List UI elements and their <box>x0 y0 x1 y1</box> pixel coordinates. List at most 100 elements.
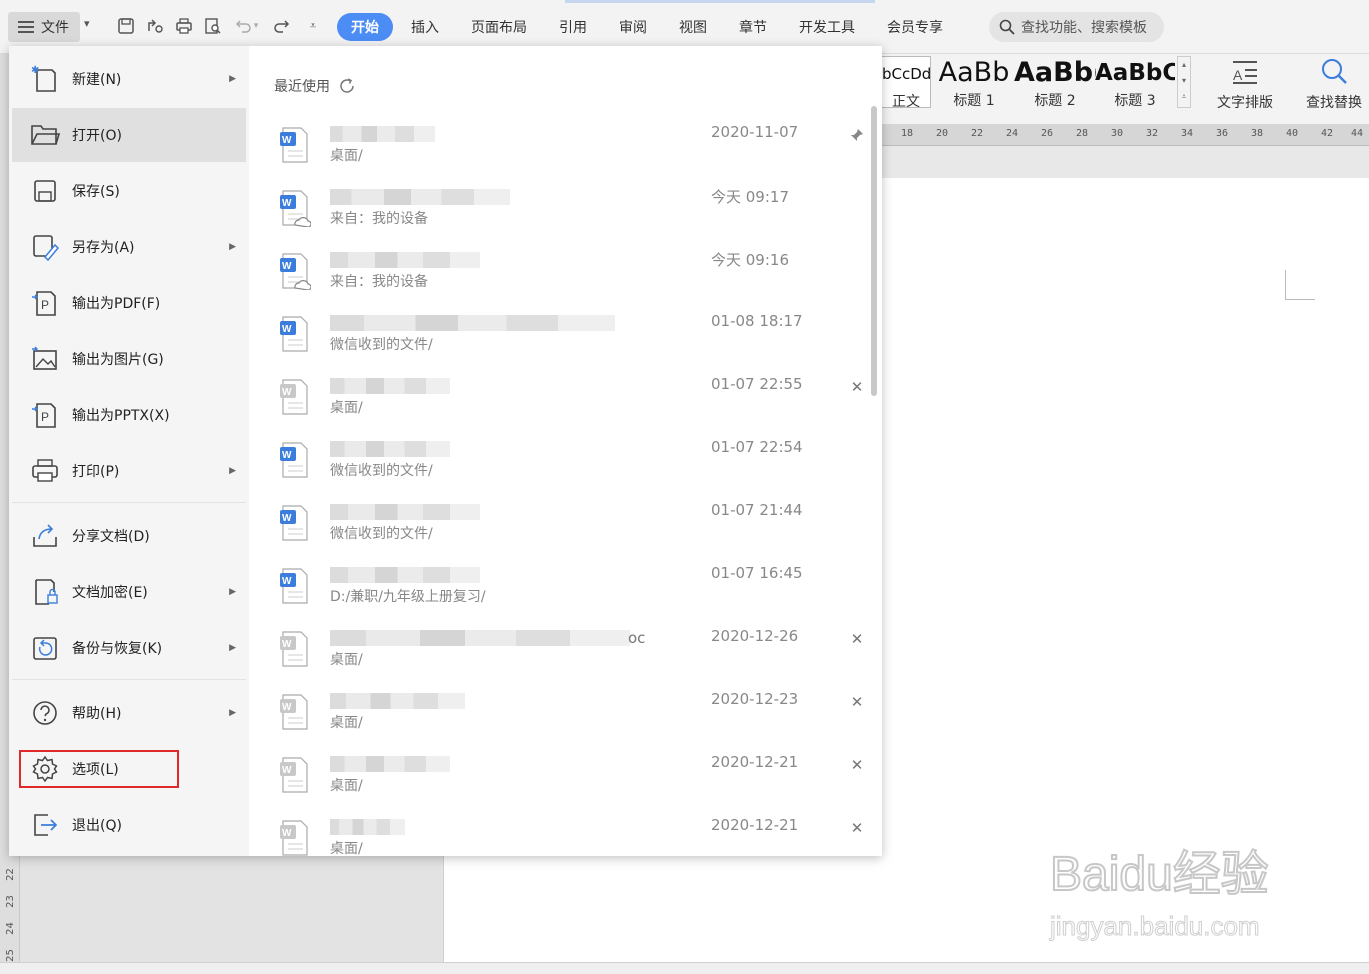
customize-toolbar-icon[interactable]: ⩡ <box>301 14 325 38</box>
style-gallery-scroll[interactable]: ▴ ▾ ⩡ <box>1177 56 1191 108</box>
print-icon <box>30 456 60 486</box>
status-bar <box>0 962 1369 974</box>
tab-page-layout[interactable]: 页面布局 <box>457 13 541 41</box>
menu-item-encrypt[interactable]: 文档加密(E) ▶ <box>12 565 246 619</box>
tab-review[interactable]: 审阅 <box>605 13 661 41</box>
recent-file-item[interactable]: W 桌面/2020-12-21 ✕ <box>274 809 874 872</box>
submenu-arrow-icon: ▶ <box>229 708 236 718</box>
chevron-down-icon[interactable]: ▾ <box>84 17 90 30</box>
recent-file-item[interactable]: W 微信收到的文件/01-07 22:54 <box>274 431 874 494</box>
text-layout-button[interactable]: A 文字排版 <box>1207 56 1283 112</box>
svg-text:W: W <box>282 324 292 335</box>
recent-file-item[interactable]: W 来自：我的设备 今天 09:17 <box>274 179 874 242</box>
remove-icon[interactable]: ✕ <box>849 756 865 774</box>
style-normal[interactable]: bCcDd 正文 <box>881 56 931 110</box>
search-placeholder: 查找功能、搜索模板 <box>1021 20 1147 36</box>
recent-file-item[interactable]: W 来自：我的设备 今天 09:16 <box>274 242 874 305</box>
menu-item-open[interactable]: 打开(O) <box>12 108 246 162</box>
pin-icon[interactable] <box>849 127 865 143</box>
save-icon[interactable] <box>114 14 138 38</box>
style-sample: AaBb( <box>1014 57 1096 88</box>
menu-item-export-pdf[interactable]: P 输出为PDF(F) <box>12 276 246 330</box>
recent-file-item[interactable]: W 桌面/01-07 22:55 ✕ <box>274 368 874 431</box>
watermark-text: Baidu经验 <box>1050 848 1269 901</box>
share-icon <box>30 521 60 551</box>
encrypt-icon <box>30 577 60 607</box>
options-highlight-annotation <box>19 750 179 788</box>
remove-icon[interactable]: ✕ <box>849 819 865 837</box>
menu-item-help[interactable]: 帮助(H) ▶ <box>12 686 246 740</box>
print-preview-icon[interactable] <box>201 14 225 38</box>
recent-list-scrollbar[interactable] <box>871 106 877 396</box>
menu-item-backup[interactable]: 备份与恢复(K) ▶ <box>12 621 246 675</box>
menu-item-export-pptx[interactable]: P 输出为PPTX(X) <box>12 388 246 442</box>
svg-text:A: A <box>1233 67 1243 83</box>
recent-file-item[interactable]: W 微信收到的文件/01-07 21:44 <box>274 494 874 557</box>
menu-item-share[interactable]: 分享文档(D) <box>12 509 246 563</box>
file-location: 桌面/ <box>330 841 363 857</box>
recent-file-item[interactable]: Woc 桌面/2020-12-26 ✕ <box>274 620 874 683</box>
recent-file-item[interactable]: W 微信收到的文件/01-08 18:17 <box>274 305 874 368</box>
file-menu-button[interactable]: 文件 <box>8 12 80 42</box>
submenu-arrow-icon: ▶ <box>229 643 236 653</box>
ruler-tick: 22 <box>971 128 984 139</box>
word-document-icon: W <box>280 442 308 478</box>
tab-member[interactable]: 会员专享 <box>873 13 957 41</box>
style-heading-1[interactable]: AaBb 标题 1 <box>933 56 1015 109</box>
ruler-tick: 20 <box>936 128 949 139</box>
style-heading-2[interactable]: AaBb( 标题 2 <box>1014 56 1096 109</box>
save-as-icon <box>30 232 60 262</box>
menu-item-new[interactable]: ✱ 新建(N) ▶ <box>12 52 246 106</box>
menu-item-exit[interactable]: 退出(Q) <box>12 798 246 852</box>
backup-restore-icon <box>30 633 60 663</box>
tab-developer[interactable]: 开发工具 <box>785 13 869 41</box>
word-document-icon: W <box>280 568 308 604</box>
find-replace-button[interactable]: 查找替换 <box>1299 56 1369 112</box>
menu-item-export-image[interactable]: 输出为图片(G) <box>12 332 246 386</box>
remove-icon[interactable]: ✕ <box>849 693 865 711</box>
undo-dropdown-icon[interactable]: ▾ <box>250 14 262 38</box>
word-document-icon: W <box>280 820 308 856</box>
file-location: 来自：我的设备 <box>330 211 428 227</box>
menu-item-save-as[interactable]: 另存为(A) ▶ <box>12 220 246 274</box>
recent-file-item[interactable]: W D:/兼职/九年级上册复习/01-07 16:45 <box>274 557 874 620</box>
text-layout-label: 文字排版 <box>1217 95 1273 111</box>
redo-icon[interactable] <box>269 14 293 38</box>
refresh-icon[interactable] <box>338 77 356 95</box>
file-location: 桌面/ <box>330 400 363 416</box>
horizontal-ruler: 18 20 22 24 26 28 30 32 34 36 38 40 42 4… <box>881 124 1369 146</box>
file-location: 微信收到的文件/ <box>330 526 433 542</box>
tab-references[interactable]: 引用 <box>545 13 601 41</box>
ruler-tick: 36 <box>1216 128 1229 139</box>
feature-search-input[interactable]: 查找功能、搜索模板 <box>989 12 1164 42</box>
remove-icon[interactable]: ✕ <box>849 378 865 396</box>
tab-view[interactable]: 视图 <box>665 13 721 41</box>
workspace-background <box>20 856 443 966</box>
ruler-tick: 18 <box>901 128 914 139</box>
print-icon[interactable] <box>172 14 196 38</box>
svg-text:W: W <box>282 198 292 209</box>
style-heading-3[interactable]: AaBbC 标题 3 <box>1095 56 1175 109</box>
recent-file-item[interactable]: W 桌面/2020-11-07 <box>274 116 874 179</box>
file-date: 2020-12-21 <box>711 753 799 771</box>
tab-chapter[interactable]: 章节 <box>725 13 781 41</box>
file-location: 微信收到的文件/ <box>330 463 433 479</box>
export-icon[interactable] <box>143 14 167 38</box>
tab-home[interactable]: 开始 <box>337 13 393 41</box>
remove-icon[interactable]: ✕ <box>849 630 865 648</box>
tab-insert[interactable]: 插入 <box>397 13 453 41</box>
menu-item-save[interactable]: 保存(S) <box>12 164 246 218</box>
menu-divider <box>12 679 246 680</box>
file-name-redacted <box>330 693 465 709</box>
menu-item-print[interactable]: 打印(P) ▶ <box>12 444 246 498</box>
style-label: 正文 <box>892 94 920 110</box>
file-date: 2020-12-23 <box>711 690 799 708</box>
help-icon <box>30 698 60 728</box>
page-margin-marker <box>1285 270 1315 300</box>
recent-file-item[interactable]: W 桌面/2020-12-21 ✕ <box>274 746 874 809</box>
recent-file-item[interactable]: W 桌面/2020-12-23 ✕ <box>274 683 874 746</box>
ruler-tick: 22 <box>4 868 16 881</box>
file-location: 来自：我的设备 <box>330 274 428 290</box>
menu-item-label: 输出为PPTX(X) <box>72 408 170 424</box>
save-icon <box>30 176 60 206</box>
